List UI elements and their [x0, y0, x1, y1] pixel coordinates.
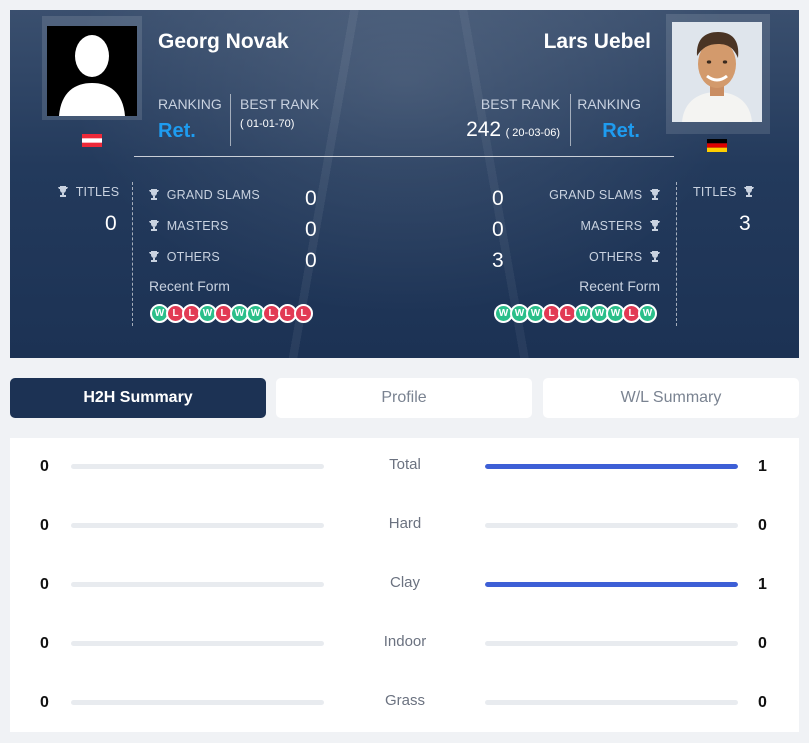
player1-ranking-label: RANKING [158, 96, 222, 112]
h2h-category-label: Hard [388, 515, 422, 532]
player2-photo[interactable] [666, 14, 770, 134]
h2h-row-indoor: 0 Indoor 0 [10, 629, 799, 659]
player2-recent-form: WWWLLWWWLW [494, 304, 657, 323]
h2h-row-clay: 0 Clay 1 [10, 570, 799, 600]
germany-flag-icon [707, 139, 727, 152]
avatar-silhouette-icon [47, 26, 137, 116]
h2h-right-value: 0 [758, 517, 767, 534]
player2-ranking-label: RANKING [577, 96, 641, 112]
h2h-right-bar [485, 641, 738, 646]
player2-grand-slams-label: GRAND SLAMS [549, 188, 660, 202]
player2-titles: 3 [739, 212, 751, 235]
h2h-category-label: Total [389, 456, 421, 473]
h2h-right-value: 1 [758, 458, 767, 475]
player1-photo[interactable] [42, 16, 142, 120]
player1-titles: 0 [105, 212, 117, 235]
player1-grand-slams-label: GRAND SLAMS [149, 188, 260, 202]
trophy-icon [58, 186, 68, 197]
player1-titles-label: TITLES [58, 185, 119, 199]
player2-best-rank: 242 ( 20-03-06) [466, 118, 560, 142]
player1-form-badge-loss: L [294, 304, 313, 323]
player1-others-label: OTHERS [149, 250, 220, 264]
h2h-row-grass: 0 Grass 0 [10, 688, 799, 718]
h2h-row-total: 0 Total 1 [10, 452, 799, 482]
player2-best-rank-value: 242 [466, 118, 502, 141]
player1-recent-form: WLLWLWWLLL [150, 304, 313, 323]
player2-recent-form-label: Recent Form [579, 278, 660, 294]
tab-profile[interactable]: Profile [276, 378, 532, 418]
player2-ranking: Ret. [602, 120, 640, 142]
h2h-left-bar [71, 700, 324, 705]
player1-ranking: Ret. [158, 120, 196, 142]
trophy-icon [149, 220, 159, 231]
player1-masters: 0 [305, 218, 317, 241]
player2-best-rank-label: BEST RANK [480, 96, 560, 112]
h2h-right-value: 0 [758, 635, 767, 652]
player1-name[interactable]: Georg Novak [158, 30, 289, 54]
h2h-category-label: Grass [384, 692, 425, 709]
h2h-left-bar [71, 641, 324, 646]
h2h-left-bar [71, 523, 324, 528]
tab-bar: H2H Summary Profile W/L Summary [10, 378, 799, 418]
h2h-left-bar [71, 582, 324, 587]
player2-titles-label: TITLES [693, 185, 755, 199]
player1-best-rank-date: ( 01-01-70) [240, 118, 295, 130]
trophy-icon [744, 186, 755, 197]
player-header: Georg Novak RANKING Ret. BEST RANK ( 01-… [10, 10, 799, 358]
h2h-category-label: Indoor [383, 633, 427, 650]
player1-best-rank-label: BEST RANK [240, 96, 320, 112]
trophy-icon [650, 189, 660, 200]
h2h-left-bar [71, 464, 324, 469]
h2h-right-bar [485, 700, 738, 705]
player1-grand-slams: 0 [305, 187, 317, 210]
h2h-row-hard: 0 Hard 0 [10, 511, 799, 541]
player1-recent-form-label: Recent Form [149, 278, 230, 294]
player2-others-label: OTHERS [589, 250, 660, 264]
h2h-right-bar [485, 464, 738, 469]
player2-masters-label: MASTERS [580, 219, 660, 233]
trophy-icon [650, 251, 660, 262]
trophy-icon [149, 189, 159, 200]
trophy-icon [650, 220, 660, 231]
header-divider [134, 156, 674, 157]
player2-form-badge-win: W [638, 304, 657, 323]
player2-masters: 0 [492, 218, 504, 241]
h2h-summary-panel: 0 Total 1 0 Hard 0 0 Clay 1 0 Indoor 0 0 Grass 0 [10, 438, 799, 732]
player2-others: 3 [492, 249, 504, 272]
h2h-left-value: 0 [40, 458, 49, 475]
trophy-icon [149, 251, 159, 262]
h2h-left-value: 0 [40, 576, 49, 593]
h2h-left-value: 0 [40, 517, 49, 534]
player1-others: 0 [305, 249, 317, 272]
h2h-left-value: 0 [40, 694, 49, 711]
austria-flag-icon [82, 134, 102, 147]
h2h-right-value: 1 [758, 576, 767, 593]
player2-grand-slams: 0 [492, 187, 504, 210]
player2-portrait-icon [672, 22, 762, 122]
h2h-left-value: 0 [40, 635, 49, 652]
h2h-right-bar [485, 523, 738, 528]
h2h-right-value: 0 [758, 694, 767, 711]
h2h-right-bar [485, 582, 738, 587]
tab-h2h-summary[interactable]: H2H Summary [10, 378, 266, 418]
player2-best-rank-date: ( 20-03-06) [505, 127, 560, 139]
player2-name[interactable]: Lars Uebel [544, 30, 651, 54]
tab-wl-summary[interactable]: W/L Summary [543, 378, 799, 418]
player1-masters-label: MASTERS [149, 219, 229, 233]
h2h-category-label: Clay [389, 574, 420, 591]
